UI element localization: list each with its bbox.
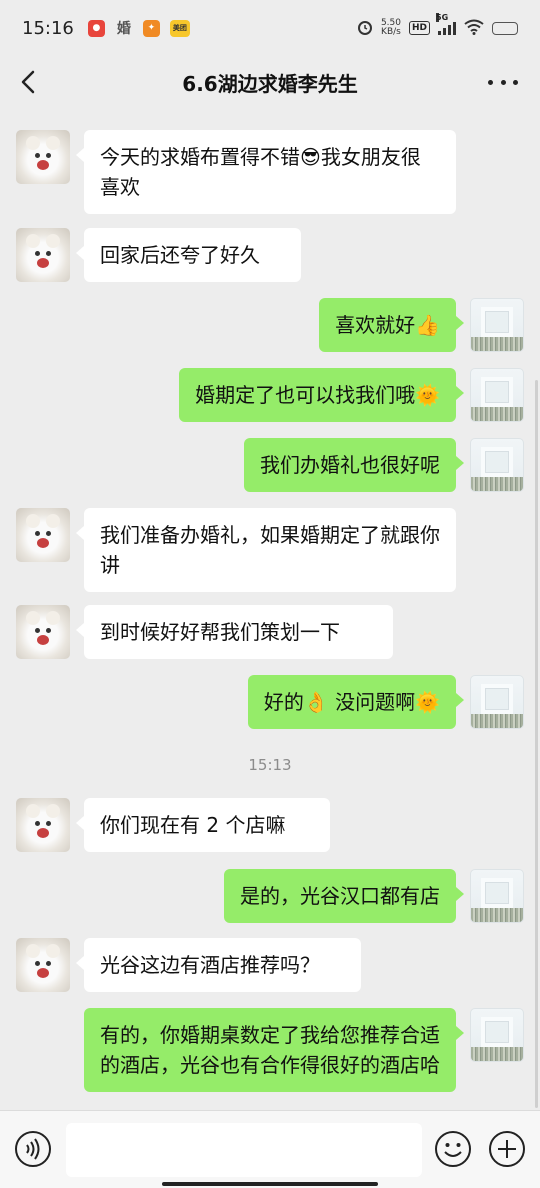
message-bubble[interactable]: 今天的求婚布置得不错😎我女朋友很喜欢	[76, 130, 456, 214]
wedding-app-icon: 婚	[116, 21, 131, 37]
status-time: 15:16	[22, 17, 74, 39]
dot-icon	[488, 79, 493, 85]
network-speed: 5.50 KB/s	[381, 19, 401, 37]
signal-icon: 5G	[436, 13, 456, 35]
message-bubble[interactable]: 光谷这边有酒店推荐吗？	[76, 938, 361, 992]
chat-title: 6.6湖边求婚李先生	[182, 71, 358, 96]
emoji-button[interactable]	[434, 1130, 472, 1168]
message-bubble[interactable]: 婚期定了也可以找我们哦🌞	[179, 368, 464, 422]
message-bubble[interactable]: 喜欢就好👍	[319, 298, 464, 352]
hd-badge: HD	[408, 21, 430, 35]
message-bubble[interactable]: 有的，你婚期桌数定了我给您推荐合适的酒店，光谷也有合作得很好的酒店哈	[84, 1008, 464, 1092]
self-avatar[interactable]	[470, 438, 524, 492]
back-button[interactable]	[16, 68, 44, 96]
self-avatar[interactable]	[470, 298, 524, 352]
status-right: 5.50 KB/s HD 5G	[357, 13, 518, 38]
scrollbar[interactable]	[535, 380, 538, 1108]
home-indicator[interactable]	[162, 1182, 378, 1186]
message-bubble[interactable]: 到时候好好帮我们策划一下	[76, 605, 393, 659]
more-functions-button[interactable]	[488, 1130, 526, 1168]
chevron-left-icon	[21, 70, 35, 94]
message-bubble[interactable]: 好的👌 没问题啊🌞	[247, 675, 465, 729]
meituan-icon: 美团	[169, 19, 190, 37]
message-timestamp: 15:13	[248, 756, 292, 774]
message-bubble[interactable]: 你们现在有 2 个店嘛	[76, 798, 330, 852]
voice-icon	[15, 1131, 51, 1167]
plus-icon	[489, 1131, 525, 1167]
smiley-icon	[435, 1131, 471, 1167]
speed-unit: KB/s	[381, 27, 401, 37]
chat-header: 6.6湖边求婚李先生	[0, 56, 540, 108]
self-avatar[interactable]	[470, 675, 524, 729]
self-avatar[interactable]	[470, 368, 524, 422]
alarm-icon	[357, 19, 373, 38]
status-bar: 15:16 ● 婚 ✦ 美团 5.50 KB/s HD 5G	[0, 0, 540, 56]
battery-icon	[492, 21, 518, 35]
self-avatar[interactable]	[470, 1008, 524, 1062]
input-bar	[0, 1110, 540, 1188]
message-bubble[interactable]: 回家后还夸了好久	[76, 228, 301, 282]
self-avatar[interactable]	[470, 869, 524, 923]
dot-icon	[513, 79, 518, 85]
taobao-icon: ✦	[142, 19, 160, 37]
contact-avatar[interactable]	[16, 938, 70, 992]
message-list[interactable]: 今天的求婚布置得不错😎我女朋友很喜欢回家后还夸了好久 喜欢就好👍 婚期定了也可以找我…	[0, 108, 540, 1110]
app-notification-icon: ●	[87, 19, 105, 37]
contact-avatar[interactable]	[16, 130, 70, 184]
wifi-icon	[464, 19, 484, 38]
contact-avatar[interactable]	[16, 228, 70, 282]
dot-icon	[500, 79, 506, 85]
message-bubble[interactable]: 我们准备办婚礼，如果婚期定了就跟你讲	[76, 508, 456, 592]
message-bubble[interactable]: 我们办婚礼也很好呢	[244, 438, 464, 492]
message-bubble[interactable]: 是的，光谷汉口都有店	[224, 869, 464, 923]
contact-avatar[interactable]	[16, 508, 70, 562]
network-type: 5G	[436, 13, 449, 22]
voice-input-button[interactable]	[14, 1130, 52, 1168]
more-options-button[interactable]	[488, 68, 518, 96]
message-input[interactable]	[66, 1123, 422, 1177]
contact-avatar[interactable]	[16, 798, 70, 852]
contact-avatar[interactable]	[16, 605, 70, 659]
